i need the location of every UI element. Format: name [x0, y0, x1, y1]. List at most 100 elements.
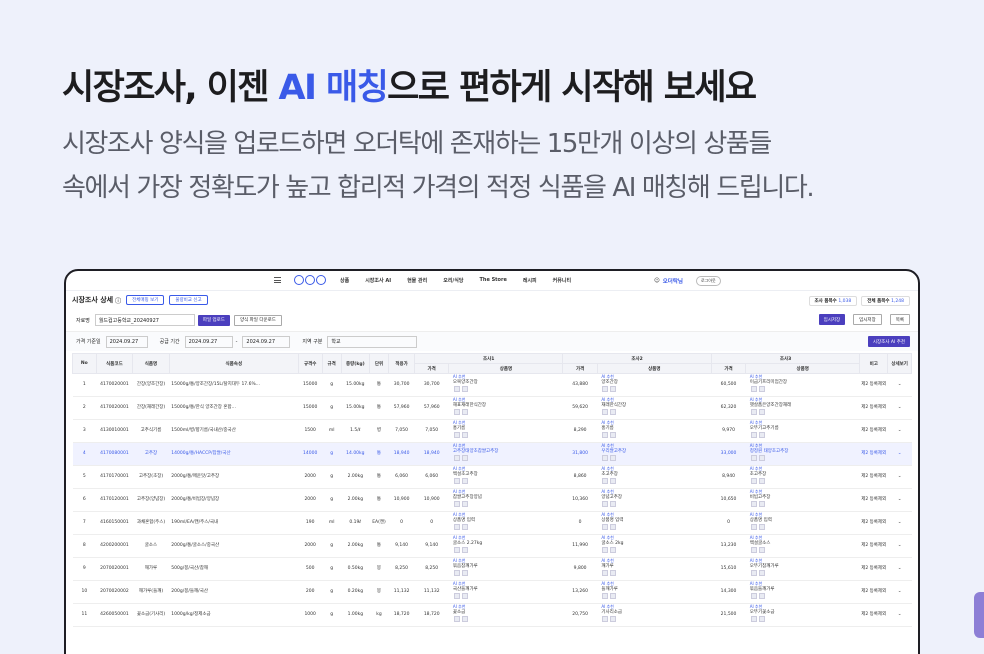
- brand-logo[interactable]: [294, 275, 326, 285]
- match-cell[interactable]: AI 추천 햇살품은양조간장재래: [745, 396, 860, 420]
- table-row[interactable]: 1 4170020001 간장(양조간장) 15000g/통/양조간장/15L/탈지대…: [72, 373, 912, 397]
- search-icon[interactable]: [602, 524, 609, 531]
- save-temp-button[interactable]: 임시저장: [818, 314, 846, 325]
- chevron-down-icon[interactable]: ⌄: [887, 419, 912, 443]
- close-icon[interactable]: [461, 547, 468, 554]
- chevron-down-icon[interactable]: ⌄: [887, 511, 912, 535]
- search-icon[interactable]: [453, 386, 460, 393]
- close-icon[interactable]: [610, 409, 617, 416]
- table-row[interactable]: 11 4260050001 꽃소금(기사리) 1000g/kg/정제소금 1000 g 1.…: [72, 603, 912, 627]
- match-cell[interactable]: AI 추천 기사리소금: [597, 603, 712, 627]
- close-icon[interactable]: [461, 570, 468, 577]
- close-icon[interactable]: [461, 593, 468, 600]
- nav-item[interactable]: 현물 관리: [407, 277, 427, 284]
- match-cell[interactable]: AI 추천 우리쌀고추장: [597, 442, 712, 466]
- nav-item[interactable]: 시장조사 AI: [365, 277, 391, 284]
- search-icon[interactable]: [602, 409, 609, 416]
- close-icon[interactable]: [610, 455, 617, 462]
- chevron-down-icon[interactable]: ⌄: [887, 396, 912, 420]
- search-icon[interactable]: [602, 616, 609, 623]
- close-icon[interactable]: [758, 455, 765, 462]
- match-cell[interactable]: AI 추천 양념고추장: [597, 488, 712, 512]
- close-icon[interactable]: [461, 616, 468, 623]
- info-icon[interactable]: ⓘ: [115, 296, 121, 305]
- close-icon[interactable]: [461, 501, 468, 508]
- close-icon[interactable]: [610, 570, 617, 577]
- region-select[interactable]: 학교: [327, 335, 418, 348]
- search-icon[interactable]: [453, 432, 460, 439]
- nav-item[interactable]: 오리/식당: [443, 277, 463, 284]
- close-icon[interactable]: [610, 593, 617, 600]
- close-icon[interactable]: [610, 616, 617, 623]
- chevron-down-icon[interactable]: ⌄: [887, 603, 912, 627]
- match-cell[interactable]: AI 추천 굴소스 2kg: [597, 534, 712, 558]
- search-icon[interactable]: [602, 593, 609, 600]
- search-icon[interactable]: [750, 432, 757, 439]
- search-icon[interactable]: [453, 409, 460, 416]
- match-cell[interactable]: AI 추천 해표재래한식간장: [448, 396, 563, 420]
- match-cell[interactable]: AI 추천 양조간장: [597, 373, 712, 397]
- table-row[interactable]: 10 2070020002 깨가루(들깨) 200g/봉/들깨/국산 200 g 0.20k…: [72, 580, 912, 604]
- match-cell[interactable]: AI 추천 이금기프리미엄간장: [745, 373, 860, 397]
- search-icon[interactable]: [750, 409, 757, 416]
- search-icon[interactable]: [453, 593, 460, 600]
- match-cell[interactable]: AI 추천 볶음들깨가루: [745, 580, 860, 604]
- search-icon[interactable]: [750, 455, 757, 462]
- close-icon[interactable]: [758, 593, 765, 600]
- search-icon[interactable]: [602, 455, 609, 462]
- search-icon[interactable]: [602, 386, 609, 393]
- nav-item[interactable]: 상품: [340, 277, 349, 284]
- view-all-button[interactable]: 전체매핑 보기: [126, 295, 165, 305]
- period-start-input[interactable]: 2024.09.27: [184, 335, 233, 348]
- nav-item[interactable]: 커뮤니티: [553, 277, 571, 284]
- close-icon[interactable]: [758, 409, 765, 416]
- match-cell[interactable]: AI 추천 홍기름: [448, 419, 563, 443]
- search-icon[interactable]: [602, 547, 609, 554]
- search-icon[interactable]: [602, 501, 609, 508]
- close-icon[interactable]: [461, 524, 468, 531]
- search-icon[interactable]: [453, 570, 460, 577]
- search-icon[interactable]: [453, 455, 460, 462]
- search-icon[interactable]: [750, 570, 757, 577]
- match-cell[interactable]: AI 추천 상품명 입력: [597, 511, 712, 535]
- close-icon[interactable]: [610, 501, 617, 508]
- match-cell[interactable]: AI 추천 오복양조간장: [448, 373, 563, 397]
- match-cell[interactable]: AI 추천 굴소스 2.27kg: [448, 534, 563, 558]
- close-icon[interactable]: [758, 570, 765, 577]
- close-icon[interactable]: [610, 432, 617, 439]
- match-cell[interactable]: AI 추천 들깨가루: [597, 580, 712, 604]
- close-icon[interactable]: [758, 386, 765, 393]
- close-icon[interactable]: [461, 409, 468, 416]
- chevron-down-icon[interactable]: ⌄: [887, 488, 912, 512]
- chevron-down-icon[interactable]: ⌄: [887, 442, 912, 466]
- close-icon[interactable]: [758, 501, 765, 508]
- base-date-input[interactable]: 2024.09.27: [105, 335, 148, 348]
- close-icon[interactable]: [610, 524, 617, 531]
- period-end-input[interactable]: 2024.09.27: [242, 335, 291, 348]
- close-icon[interactable]: [461, 432, 468, 439]
- match-cell[interactable]: AI 추천 상품명 입력: [745, 511, 860, 535]
- ai-recommend-button[interactable]: 시장조사 AI 추천: [867, 336, 910, 347]
- temp-button[interactable]: 임시저장: [853, 314, 882, 325]
- match-cell[interactable]: AI 추천 재래한식간장: [597, 396, 712, 420]
- nav-item[interactable]: The Store: [479, 277, 506, 284]
- match-cell[interactable]: AI 추천 볶음참깨가루: [448, 557, 563, 581]
- match-cell[interactable]: AI 추천 백설굴소스: [745, 534, 860, 558]
- search-icon[interactable]: [750, 501, 757, 508]
- search-icon[interactable]: [453, 616, 460, 623]
- close-icon[interactable]: [610, 386, 617, 393]
- match-cell[interactable]: AI 추천 백설초고추장: [448, 465, 563, 489]
- match-cell[interactable]: AI 추천 오뚜기꽃소금: [745, 603, 860, 627]
- close-icon[interactable]: [758, 616, 765, 623]
- logout-button[interactable]: 로그아웃: [695, 276, 721, 286]
- match-cell[interactable]: AI 추천 초고추장: [745, 465, 860, 489]
- search-icon[interactable]: [750, 547, 757, 554]
- menu-icon[interactable]: [274, 277, 281, 283]
- template-download-button[interactable]: 양식 파일 다운로드: [233, 314, 282, 326]
- search-icon[interactable]: [750, 386, 757, 393]
- match-cell[interactable]: AI 추천 초고추장: [597, 465, 712, 489]
- search-icon[interactable]: [453, 547, 460, 554]
- close-icon[interactable]: [610, 478, 617, 485]
- match-cell[interactable]: AI 추천 오뚜기참깨가루: [745, 557, 860, 581]
- table-row[interactable]: 7 4160150001 과채혼합(주스) 190ml/EA/캔/주스/국내 190 ml…: [72, 511, 912, 535]
